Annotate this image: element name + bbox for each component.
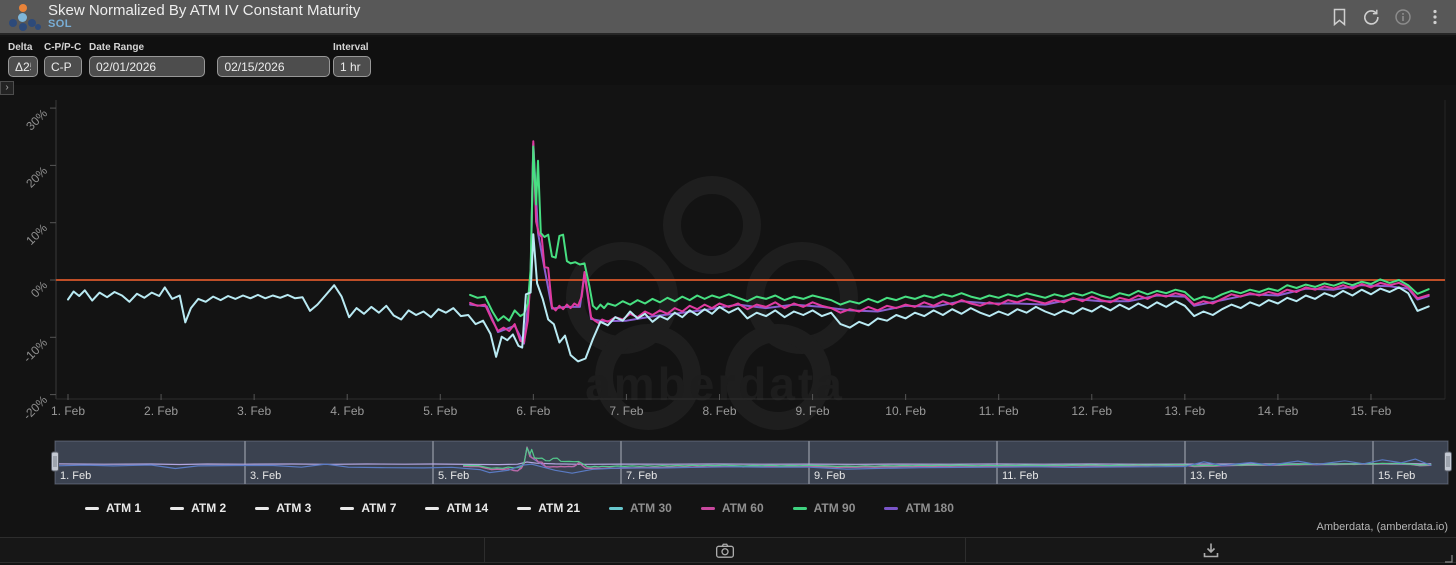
svg-text:-20%: -20%	[20, 393, 50, 423]
cp-pc-label: C-P/P-C	[44, 42, 82, 53]
svg-text:3. Feb: 3. Feb	[237, 404, 271, 418]
legend-label: ATM 180	[905, 501, 954, 515]
delta-input[interactable]	[8, 56, 38, 77]
svg-text:9. Feb: 9. Feb	[796, 404, 830, 418]
panel-expander-chevron[interactable]: ›	[0, 81, 14, 95]
resize-corner-handle[interactable]	[1444, 550, 1453, 563]
legend-item-atm-180[interactable]: ATM 180	[884, 501, 954, 515]
navigator-right-handle[interactable]	[1444, 451, 1452, 472]
svg-text:3. Feb: 3. Feb	[250, 470, 281, 482]
legend-dash-icon	[517, 506, 532, 510]
interval-input[interactable]	[333, 56, 371, 77]
legend-label: ATM 2	[191, 501, 227, 515]
legend-dash-icon	[425, 506, 440, 510]
svg-text:7. Feb: 7. Feb	[626, 470, 657, 482]
amberdata-logo-icon	[8, 2, 42, 32]
legend-label: ATM 3	[276, 501, 312, 515]
title-bar: Skew Normalized By ATM IV Constant Matur…	[0, 0, 1456, 35]
legend-label: ATM 14	[446, 501, 489, 515]
legend-item-atm-30[interactable]: ATM 30	[609, 501, 672, 515]
svg-text:10%: 10%	[23, 221, 50, 248]
info-icon[interactable]	[1394, 8, 1412, 26]
legend-item-atm-1[interactable]: ATM 1	[85, 501, 141, 515]
svg-text:5. Feb: 5. Feb	[438, 470, 469, 482]
svg-text:15. Feb: 15. Feb	[1351, 404, 1392, 418]
svg-text:20%: 20%	[23, 163, 50, 190]
legend-label: ATM 1	[106, 501, 142, 515]
date-to-input[interactable]	[217, 56, 331, 77]
interval-label: Interval	[333, 42, 369, 53]
svg-text:6. Feb: 6. Feb	[516, 404, 550, 418]
legend-item-atm-60[interactable]: ATM 60	[700, 501, 764, 515]
download-icon[interactable]	[1202, 541, 1220, 559]
kebab-menu-icon[interactable]	[1426, 8, 1444, 26]
delta-label: Delta	[8, 42, 33, 53]
svg-text:5. Feb: 5. Feb	[423, 404, 457, 418]
legend-dash-icon	[700, 506, 715, 510]
svg-text:8. Feb: 8. Feb	[702, 404, 736, 418]
svg-text:11. Feb: 11. Feb	[979, 404, 1019, 418]
svg-text:10. Feb: 10. Feb	[885, 404, 926, 418]
svg-text:30%: 30%	[23, 106, 50, 133]
legend-item-atm-2[interactable]: ATM 2	[170, 501, 226, 515]
svg-text:15. Feb: 15. Feb	[1378, 470, 1415, 482]
date-from-input[interactable]	[89, 56, 205, 77]
refresh-icon[interactable]	[1362, 8, 1380, 26]
filter-bar: Delta C-P/P-C Date Range Interval	[0, 37, 1456, 85]
legend-dash-icon	[340, 506, 355, 510]
legend-item-atm-14[interactable]: ATM 14	[425, 501, 488, 515]
legend-item-atm-3[interactable]: ATM 3	[255, 501, 311, 515]
svg-text:12. Feb: 12. Feb	[1071, 404, 1112, 418]
watermark-logo: amberdata	[566, 176, 858, 430]
svg-text:0%: 0%	[28, 278, 50, 300]
legend-label: ATM 30	[630, 501, 672, 515]
svg-text:1. Feb: 1. Feb	[51, 404, 85, 418]
navigator-left-handle[interactable]	[51, 451, 59, 472]
legend-label: ATM 21	[538, 501, 581, 515]
legend-label: ATM 90	[813, 501, 856, 515]
svg-text:13. Feb: 13. Feb	[1190, 470, 1227, 482]
date-range-label: Date Range	[89, 42, 145, 53]
bookmark-icon[interactable]	[1330, 8, 1348, 26]
svg-text:1. Feb: 1. Feb	[60, 470, 91, 482]
cp-pc-input[interactable]	[44, 56, 82, 77]
svg-text:4. Feb: 4. Feb	[330, 404, 364, 418]
legend-dash-icon	[884, 506, 899, 510]
attribution-text: Amberdata, (amberdata.io)	[1316, 521, 1448, 533]
series-line-atm-60	[469, 140, 1430, 344]
svg-text:14. Feb: 14. Feb	[1258, 404, 1299, 418]
svg-text:-10%: -10%	[20, 335, 50, 365]
legend-label: ATM 60	[721, 501, 764, 515]
bottom-toolbar	[0, 537, 1456, 563]
screenshot-camera-icon[interactable]	[715, 542, 735, 559]
legend-item-atm-90[interactable]: ATM 90	[792, 501, 856, 515]
page-title: Skew Normalized By ATM IV Constant Matur…	[48, 1, 361, 19]
svg-text:11. Feb: 11. Feb	[1002, 470, 1039, 482]
asset-label: SOL	[48, 17, 72, 30]
legend-dash-icon	[170, 506, 185, 510]
svg-text:9. Feb: 9. Feb	[814, 470, 845, 482]
legend-dash-icon	[609, 506, 624, 510]
legend-dash-icon	[255, 506, 270, 510]
legend-item-atm-21[interactable]: ATM 21	[517, 501, 580, 515]
skew-chart-app: amberdata 30% 20% 10% 0% -10% -20% 1. Feb 2. Feb…	[0, 0, 1456, 565]
legend-label: ATM 7	[361, 501, 397, 515]
svg-text:7. Feb: 7. Feb	[609, 404, 643, 418]
svg-text:2. Feb: 2. Feb	[144, 404, 178, 418]
watermark-text: amberdata	[585, 358, 845, 410]
svg-text:13. Feb: 13. Feb	[1164, 404, 1205, 418]
legend-item-atm-7[interactable]: ATM 7	[340, 501, 396, 515]
series-legend: ATM 1 ATM 2 ATM 3 ATM 7 ATM 14 ATM 21 ATM 30 AT…	[85, 501, 954, 515]
legend-dash-icon	[85, 506, 99, 510]
legend-dash-icon	[792, 506, 807, 510]
range-navigator[interactable]: 1. Feb 3. Feb 5. Feb 7. Feb 9. Feb 11. Feb 13.…	[51, 440, 1452, 485]
